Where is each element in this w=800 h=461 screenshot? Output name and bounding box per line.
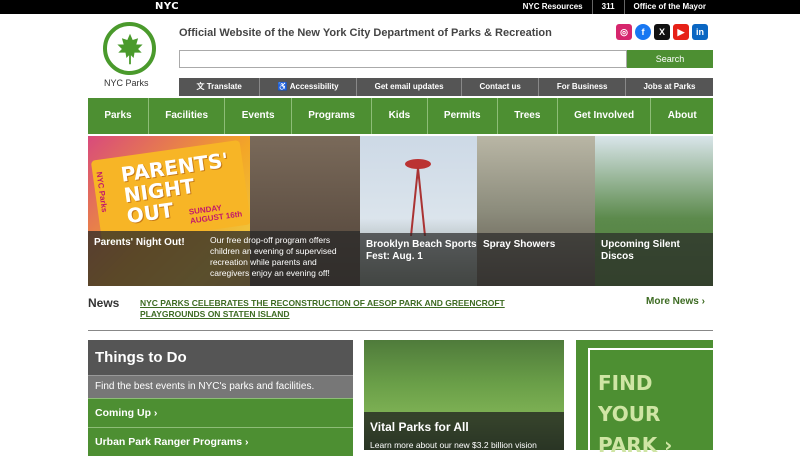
x-icon[interactable]: X bbox=[654, 24, 670, 40]
linkedin-icon[interactable]: in bbox=[692, 24, 708, 40]
hero-title[interactable]: Parents' Night Out! bbox=[94, 237, 185, 248]
parachute-jump-icon bbox=[405, 159, 431, 236]
instagram-icon[interactable]: ◎ bbox=[616, 24, 632, 40]
hero-main-feature[interactable]: NYC Parks PARENTS' NIGHT OUT SUNDAY AUGUST… bbox=[88, 136, 360, 286]
find-your-park-button[interactable]: FIND YOUR PARK › bbox=[576, 340, 713, 457]
311-link[interactable]: 311 bbox=[591, 0, 624, 14]
social-links: ◎ f X ▶ in bbox=[616, 24, 708, 40]
vital-title: Vital Parks for All bbox=[370, 420, 469, 434]
accessibility-icon: ♿ bbox=[277, 82, 290, 91]
main-nav: Parks Facilities Events Programs Kids Pe… bbox=[88, 98, 713, 134]
news-headline-link[interactable]: NYC PARKS CELEBRATES THE RECONSTRUCTION … bbox=[140, 298, 560, 320]
things-subtitle: Find the best events in NYC's parks and … bbox=[88, 375, 353, 398]
translate-link[interactable]: 文 Translate bbox=[179, 78, 259, 96]
divider bbox=[88, 330, 713, 331]
coming-up-link[interactable]: Coming Up › bbox=[88, 398, 353, 427]
site-title: Official Website of the New York City De… bbox=[179, 27, 552, 39]
nav-about[interactable]: About bbox=[650, 98, 713, 134]
nyc-resources-link[interactable]: NYC Resources bbox=[514, 0, 592, 14]
top-links: NYC Resources 311 Office of the Mayor bbox=[514, 0, 715, 14]
nyc-parks-logo[interactable] bbox=[103, 22, 156, 75]
top-black-bar: NYC NYC Resources 311 Office of the Mayo… bbox=[0, 0, 800, 14]
jobs-link[interactable]: Jobs at Parks bbox=[624, 78, 713, 96]
things-to-do-panel: Things to Do Find the best events in NYC… bbox=[88, 340, 353, 456]
nav-permits[interactable]: Permits bbox=[426, 98, 497, 134]
nav-programs[interactable]: Programs bbox=[290, 98, 371, 134]
logo-label: NYC Parks bbox=[104, 78, 149, 88]
tile-title: Brooklyn Beach Sports Fest: Aug. 1 bbox=[366, 239, 477, 262]
nyc-brand[interactable]: NYC bbox=[155, 1, 179, 12]
hero-tile-beach-sports[interactable]: Brooklyn Beach Sports Fest: Aug. 1 bbox=[360, 136, 477, 286]
things-title: Things to Do bbox=[88, 340, 353, 375]
hero-tile-spray-showers[interactable]: Spray Showers bbox=[477, 136, 595, 286]
accessibility-link[interactable]: ♿ Accessibility bbox=[259, 78, 356, 96]
nav-facilities[interactable]: Facilities bbox=[147, 98, 224, 134]
search-button[interactable]: Search bbox=[627, 50, 713, 68]
facebook-icon[interactable]: f bbox=[635, 24, 651, 40]
more-news-link[interactable]: More News › bbox=[646, 296, 705, 307]
maple-leaf-icon bbox=[116, 33, 143, 64]
office-of-mayor-link[interactable]: Office of the Mayor bbox=[623, 0, 715, 14]
event-ticket-graphic: NYC Parks PARENTS' NIGHT OUT SUNDAY AUGUST… bbox=[90, 139, 252, 246]
nav-kids[interactable]: Kids bbox=[371, 98, 426, 134]
for-business-link[interactable]: For Business bbox=[538, 78, 625, 96]
vital-description: Learn more about our new $3.2 billion vi… bbox=[370, 440, 537, 450]
tile-title: Upcoming Silent Discos bbox=[601, 239, 680, 262]
utility-bar: 文 Translate ♿ Accessibility Get email up… bbox=[179, 78, 713, 96]
tile-title: Spray Showers bbox=[483, 239, 556, 250]
nav-trees[interactable]: Trees bbox=[496, 98, 557, 134]
contact-us-link[interactable]: Contact us bbox=[461, 78, 538, 96]
search-input[interactable] bbox=[179, 50, 627, 68]
translate-icon: 文 bbox=[196, 82, 207, 91]
urban-park-ranger-link[interactable]: Urban Park Ranger Programs › bbox=[88, 427, 353, 456]
youtube-icon[interactable]: ▶ bbox=[673, 24, 689, 40]
hero-tile-silent-discos[interactable]: Upcoming Silent Discos bbox=[595, 136, 713, 286]
email-updates-link[interactable]: Get email updates bbox=[356, 78, 461, 96]
nav-events[interactable]: Events bbox=[224, 98, 290, 134]
nav-parks[interactable]: Parks bbox=[88, 98, 148, 134]
hero-caption: Parents' Night Out! Our free drop-off pr… bbox=[88, 231, 360, 286]
news-label: News bbox=[88, 296, 120, 310]
hero-description: Our free drop-off program offers childre… bbox=[210, 235, 337, 278]
nav-get-involved[interactable]: Get Involved bbox=[556, 98, 651, 134]
vital-parks-feature[interactable]: Vital Parks for All Learn more about our… bbox=[364, 340, 564, 450]
